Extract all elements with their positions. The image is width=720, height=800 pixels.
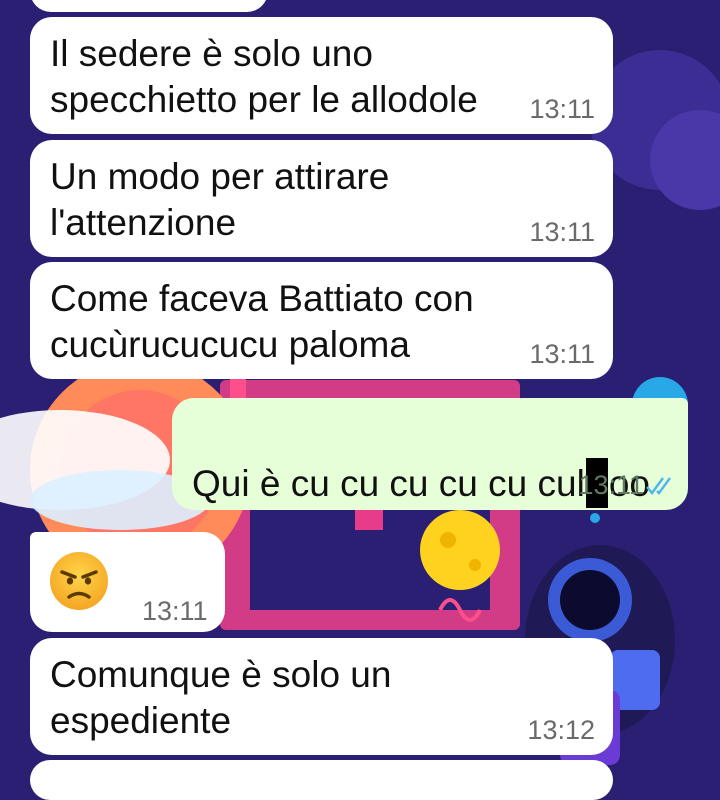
message-bubble-incoming[interactable]: Un modo per attirare l'attenzione 13:11 (30, 140, 613, 257)
message-text: Un modo per attirare l'attenzione (50, 156, 390, 243)
message-timestamp: 13:11 (529, 217, 595, 247)
message-timestamp: 13:11 (578, 470, 644, 500)
message-bubble-incoming[interactable]: Comunque è solo un espediente 13:12 (30, 638, 613, 755)
angry-face-emoji (50, 552, 108, 610)
message-bubble-outgoing[interactable]: Qui è cu cu cu cu cu cul oo 13:11 (172, 398, 688, 510)
message-timestamp: 13:11 (529, 339, 595, 369)
wallpaper-moon (420, 510, 500, 590)
message-timestamp: 13:11 (529, 94, 595, 124)
message-bubble-incoming[interactable]: Come faceva Battiato con cucùrucucucu pa… (30, 262, 613, 379)
read-double-check-icon (646, 477, 671, 495)
message-bubble-partial[interactable] (30, 0, 268, 12)
message-timestamp: 13:12 (527, 715, 595, 745)
message-text: Il sedere è solo uno specchietto per le … (50, 33, 478, 120)
message-text: Comunque è solo un espediente (50, 654, 392, 741)
message-text-part: Qui è cu cu cu cu cu cul (192, 463, 585, 504)
message-bubble-incoming[interactable]: Il sedere è solo uno specchietto per le … (30, 17, 613, 134)
message-bubble-partial[interactable] (30, 760, 613, 800)
message-text: Come faceva Battiato con cucùrucucucu pa… (50, 278, 474, 365)
